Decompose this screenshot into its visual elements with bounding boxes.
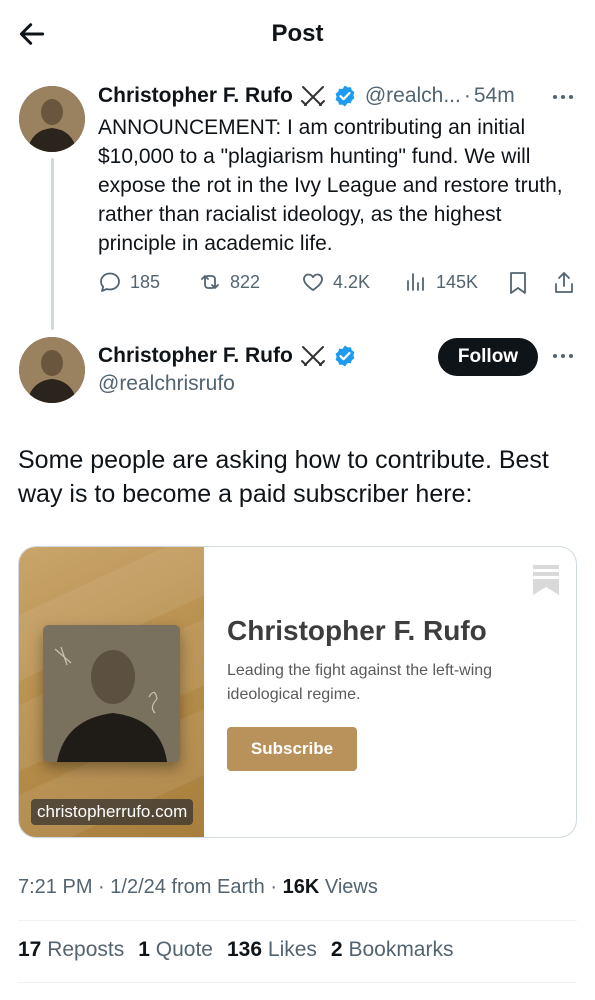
divider	[18, 982, 577, 983]
repost-button[interactable]: 822	[198, 270, 260, 294]
heart-icon	[303, 273, 323, 291]
engagement-stats: 17 Reposts 1 Quote 136 Likes 2 Bookmarks	[18, 938, 467, 962]
author-photo	[43, 625, 180, 762]
main-author-row: Christopher F. Rufo	[98, 344, 357, 368]
header: Post	[0, 0, 595, 70]
views-count: 16K	[282, 876, 320, 898]
author-name[interactable]: Christopher F. Rufo	[98, 84, 293, 108]
divider	[18, 920, 577, 921]
bookmarks-stat[interactable]: 2 Bookmarks	[331, 938, 454, 962]
repost-count: 822	[230, 271, 261, 292]
parent-tweet-text: ANNOUNCEMENT: I am contributing an initi…	[98, 116, 563, 255]
follow-button[interactable]: Follow	[438, 338, 538, 376]
post-time[interactable]: 54m	[474, 84, 515, 108]
card-image: christopherrufo.com	[19, 547, 204, 837]
quotes-stat[interactable]: 1 Quote	[138, 938, 213, 962]
separator-dot: ·	[463, 84, 471, 107]
post-time[interactable]: 7:21 PM	[18, 876, 92, 898]
subscribe-button[interactable]: Subscribe	[227, 727, 357, 771]
reply-button[interactable]: 185	[98, 270, 160, 294]
parent-author-row: Christopher F. Rufo @realch... · 54m	[98, 84, 515, 108]
avatar[interactable]	[19, 337, 85, 403]
main-tweet-text: Some people are asking how to contribute…	[18, 446, 549, 508]
views-count: 145K	[436, 271, 479, 292]
author-handle[interactable]: @realch...	[365, 84, 461, 108]
crossed-swords-icon	[300, 86, 325, 106]
verified-badge-icon	[335, 85, 355, 107]
analytics-icon	[407, 273, 424, 291]
post-date[interactable]: 1/2/24	[110, 876, 166, 898]
author-name[interactable]: Christopher F. Rufo	[98, 344, 293, 368]
share-icon[interactable]	[552, 270, 576, 296]
views-button[interactable]: 145K	[404, 270, 478, 294]
like-count: 4.2K	[333, 271, 371, 292]
thread-line	[51, 158, 54, 330]
crossed-swords-icon	[300, 346, 325, 366]
post-meta: 7:21 PM · 1/2/24 from Earth · 16K Views	[18, 876, 378, 898]
card-domain: christopherrufo.com	[31, 799, 194, 825]
reply-icon	[100, 272, 120, 292]
post-source: from Earth	[171, 876, 265, 898]
avatar[interactable]	[19, 86, 85, 152]
author-handle[interactable]: @realchrisrufo	[98, 372, 235, 396]
bookmark-icon[interactable]	[506, 270, 530, 296]
link-card[interactable]: christopherrufo.com Christopher F. Rufo …	[18, 546, 577, 838]
reposts-stat[interactable]: 17 Reposts	[18, 938, 124, 962]
card-description: Leading the fight against the left-wing …	[227, 662, 493, 703]
likes-stat[interactable]: 136 Likes	[227, 938, 317, 962]
card-title: Christopher F. Rufo	[227, 615, 487, 646]
action-bar: 185 822 4.2K 145K	[98, 270, 578, 300]
views-label: Views	[324, 876, 378, 898]
verified-badge-icon	[335, 345, 355, 367]
more-options-icon[interactable]	[552, 93, 574, 101]
reply-count: 185	[130, 271, 161, 292]
page-title: Post	[271, 20, 324, 47]
repost-icon	[201, 275, 219, 289]
more-options-icon[interactable]	[552, 352, 574, 360]
bookmark-icon	[533, 565, 559, 595]
like-button[interactable]: 4.2K	[301, 270, 370, 294]
